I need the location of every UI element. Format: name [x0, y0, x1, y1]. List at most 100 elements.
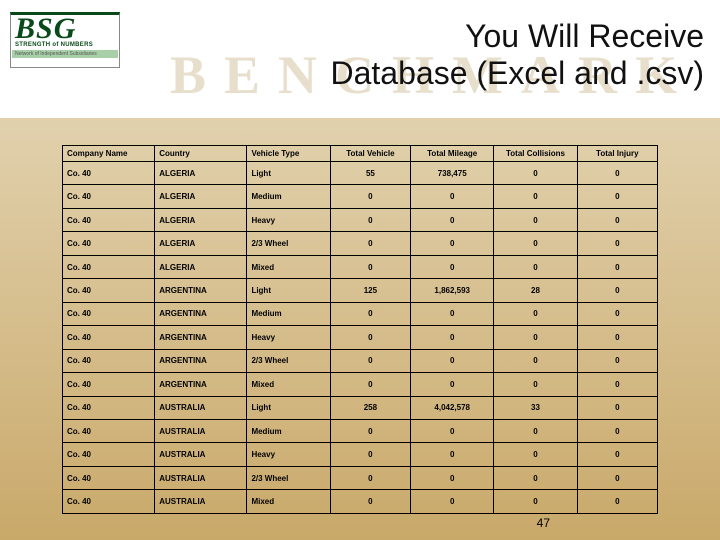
table-cell: Co. 40 — [63, 326, 155, 349]
table-cell: Co. 40 — [63, 443, 155, 466]
table-cell: Co. 40 — [63, 302, 155, 325]
table-cell: 0 — [330, 326, 410, 349]
table-cell: 0 — [494, 419, 577, 442]
table-cell: 258 — [330, 396, 410, 419]
table-cell: ALGERIA — [155, 255, 247, 278]
table-cell: 0 — [577, 490, 657, 514]
table-cell: 0 — [577, 302, 657, 325]
table-cell: 2/3 Wheel — [247, 349, 330, 372]
table-cell: 0 — [577, 279, 657, 302]
table-cell: Co. 40 — [63, 279, 155, 302]
table-cell: 0 — [577, 466, 657, 489]
table-cell: 55 — [330, 162, 410, 185]
table-cell: 0 — [411, 326, 494, 349]
table-row: Co. 40ARGENTINAHeavy0000 — [63, 326, 658, 349]
table-cell: 0 — [494, 373, 577, 396]
table-cell: 0 — [494, 326, 577, 349]
table-cell: 0 — [577, 419, 657, 442]
table-cell: 0 — [411, 419, 494, 442]
table-row: Co. 40AUSTRALIAHeavy0000 — [63, 443, 658, 466]
col-company-name: Company Name — [63, 146, 155, 162]
table-cell: 0 — [494, 349, 577, 372]
table-cell: 28 — [494, 279, 577, 302]
logo-subtitle: STRENGTH of NUMBERS — [15, 42, 115, 48]
table-cell: 0 — [577, 326, 657, 349]
table-cell: 0 — [330, 373, 410, 396]
table-cell: Co. 40 — [63, 490, 155, 514]
table-cell: Co. 40 — [63, 162, 155, 185]
table-cell: 0 — [411, 490, 494, 514]
col-country: Country — [155, 146, 247, 162]
logo: BSG STRENGTH of NUMBERS Network of Indep… — [10, 12, 120, 68]
col-total-injury: Total Injury — [577, 146, 657, 162]
slide: BSG STRENGTH of NUMBERS Network of Indep… — [0, 0, 720, 540]
table-cell: 0 — [577, 443, 657, 466]
col-total-vehicle: Total Vehicle — [330, 146, 410, 162]
table-cell: Co. 40 — [63, 349, 155, 372]
table-cell: ARGENTINA — [155, 326, 247, 349]
table-cell: Heavy — [247, 443, 330, 466]
table-cell: 0 — [494, 302, 577, 325]
table-cell: AUSTRALIA — [155, 490, 247, 514]
table-cell: 0 — [494, 255, 577, 278]
table-header-row: Company Name Country Vehicle Type Total … — [63, 146, 658, 162]
table-cell: AUSTRALIA — [155, 466, 247, 489]
table-cell: Co. 40 — [63, 208, 155, 231]
logo-main-text: BSG — [15, 17, 115, 41]
table-cell: 0 — [494, 466, 577, 489]
table-cell: 0 — [330, 466, 410, 489]
table-cell: Co. 40 — [63, 232, 155, 255]
table-row: Co. 40AUSTRALIAMixed0000 — [63, 490, 658, 514]
table-cell: AUSTRALIA — [155, 419, 247, 442]
table-cell: ARGENTINA — [155, 302, 247, 325]
table-cell: Co. 40 — [63, 396, 155, 419]
table-cell: 0 — [577, 349, 657, 372]
table-cell: 0 — [330, 208, 410, 231]
table-cell: Mixed — [247, 373, 330, 396]
table-cell: ARGENTINA — [155, 279, 247, 302]
table-row: Co. 40AUSTRALIA2/3 Wheel0000 — [63, 466, 658, 489]
table-cell: 2/3 Wheel — [247, 232, 330, 255]
table-row: Co. 40ARGENTINAMixed0000 — [63, 373, 658, 396]
table-cell: ALGERIA — [155, 208, 247, 231]
table-cell: Medium — [247, 419, 330, 442]
table-cell: ALGERIA — [155, 162, 247, 185]
table-cell: 0 — [330, 232, 410, 255]
table-cell: 0 — [411, 466, 494, 489]
data-table: Company Name Country Vehicle Type Total … — [62, 145, 658, 514]
table-cell: 0 — [411, 443, 494, 466]
table-row: Co. 40ALGERIA2/3 Wheel0000 — [63, 232, 658, 255]
table-row: Co. 40ARGENTINA2/3 Wheel0000 — [63, 349, 658, 372]
table-cell: ARGENTINA — [155, 349, 247, 372]
table-cell: Mixed — [247, 255, 330, 278]
table-cell: 0 — [411, 232, 494, 255]
table-cell: 0 — [330, 349, 410, 372]
table-cell: 0 — [411, 373, 494, 396]
table-cell: 0 — [330, 185, 410, 208]
table-cell: Light — [247, 396, 330, 419]
table-cell: Co. 40 — [63, 419, 155, 442]
table-cell: 0 — [577, 185, 657, 208]
table-cell: 0 — [330, 419, 410, 442]
table-cell: 0 — [577, 373, 657, 396]
col-total-collisions: Total Collisions — [494, 146, 577, 162]
table-cell: ARGENTINA — [155, 373, 247, 396]
table-cell: 33 — [494, 396, 577, 419]
table-cell: AUSTRALIA — [155, 396, 247, 419]
table-row: Co. 40ALGERIAHeavy0000 — [63, 208, 658, 231]
table-cell: Heavy — [247, 208, 330, 231]
table-cell: 0 — [411, 255, 494, 278]
logo-tagline: Network of Independent Subsidiaries — [12, 50, 118, 58]
table-cell: ALGERIA — [155, 232, 247, 255]
table-cell: 0 — [577, 396, 657, 419]
table-cell: Co. 40 — [63, 466, 155, 489]
table-cell: 0 — [577, 162, 657, 185]
table-cell: 0 — [411, 349, 494, 372]
title-line-1: You Will Receive — [170, 18, 704, 55]
table-row: Co. 40ARGENTINAMedium0000 — [63, 302, 658, 325]
table-cell: 0 — [411, 302, 494, 325]
table-cell: 0 — [494, 490, 577, 514]
table-cell: 0 — [494, 208, 577, 231]
table-cell: 0 — [330, 255, 410, 278]
table-row: Co. 40ALGERIALight55738,47500 — [63, 162, 658, 185]
